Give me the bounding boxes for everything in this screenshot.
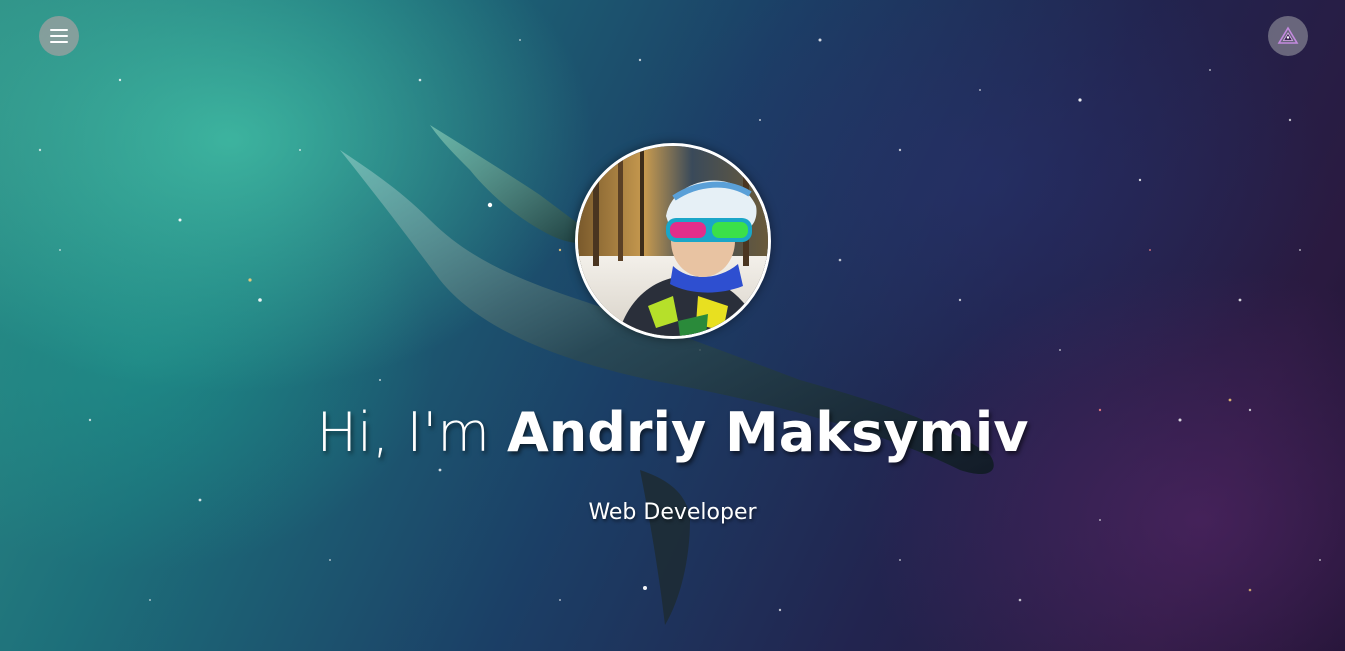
logo-button[interactable] <box>1268 16 1308 56</box>
hero-section: Hi, I'm Andriy Maksymiv Web Developer <box>0 0 1345 651</box>
avatar <box>575 143 771 339</box>
menu-button[interactable] <box>39 16 79 56</box>
profile-photo <box>578 146 768 336</box>
hamburger-menu-icon <box>50 29 68 43</box>
hero-name: Andriy Maksymiv <box>507 401 1029 464</box>
hero-subtitle: Web Developer <box>588 500 757 525</box>
triangle-logo-icon <box>1277 26 1299 44</box>
hero-title: Hi, I'm Andriy Maksymiv <box>0 398 1345 468</box>
hero-greeting: Hi, I'm <box>316 401 490 464</box>
